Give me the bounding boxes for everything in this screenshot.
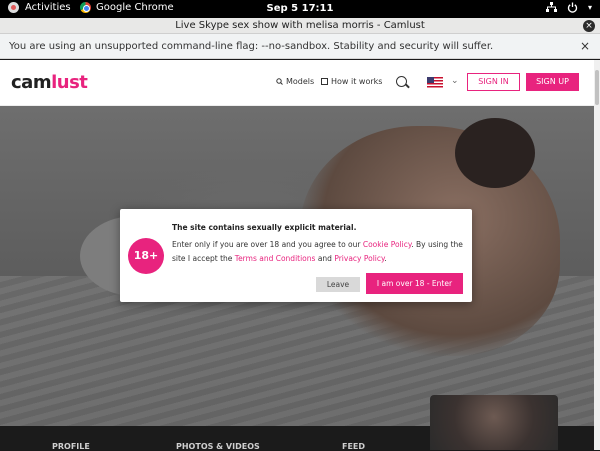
logo-text-lust: lust: [51, 72, 88, 93]
chevron-down-icon: ▾: [587, 3, 592, 12]
cookie-policy-link[interactable]: Cookie Policy: [363, 240, 411, 249]
sign-up-button[interactable]: SIGN UP: [526, 73, 579, 91]
age-18-badge: 18+: [128, 238, 164, 274]
scrollbar-thumb[interactable]: [595, 70, 599, 105]
nav-models-label: Models: [286, 77, 315, 86]
chrome-icon: [80, 2, 91, 13]
sign-in-button[interactable]: SIGN IN: [467, 73, 520, 91]
nav-models-link[interactable]: Models: [276, 77, 314, 86]
logo-text-cam: cam: [11, 72, 52, 93]
window-title-bar: Live Skype sex show with melisa morris -…: [0, 18, 600, 34]
window-close-button[interactable]: ×: [583, 20, 595, 32]
app-name: Google Chrome: [96, 2, 174, 13]
model-thumbnail[interactable]: [430, 395, 558, 450]
activities-label: Activities: [25, 2, 71, 13]
power-icon: [567, 2, 578, 13]
info-square-icon: [321, 78, 328, 85]
system-top-bar: Activities Google Chrome Sep 5 17:11 ▾: [0, 0, 600, 18]
activities-button[interactable]: Activities: [8, 2, 71, 13]
model-hair: [455, 118, 535, 188]
enter-over-18-button[interactable]: I am over 18 - Enter: [366, 273, 463, 294]
us-flag-icon[interactable]: [427, 77, 443, 88]
age-verification-modal: 18+ The site contains sexually explicit …: [120, 209, 472, 302]
leave-button[interactable]: Leave: [316, 277, 360, 292]
search-icon[interactable]: [396, 76, 407, 87]
privacy-policy-link[interactable]: Privacy Policy: [334, 254, 384, 263]
app-menu[interactable]: Google Chrome: [80, 2, 174, 13]
site-header: camlust Models How it works ⌄ SIGN IN SI…: [0, 60, 594, 106]
system-tray[interactable]: ▾: [545, 2, 592, 13]
nav-how-it-works-link[interactable]: How it works: [321, 77, 382, 86]
infobar-message: You are using an unsupported command-lin…: [9, 41, 494, 52]
camlust-logo[interactable]: camlust: [11, 72, 88, 93]
modal-title: The site contains sexually explicit mate…: [172, 223, 357, 232]
language-chevron-icon[interactable]: ⌄: [451, 76, 459, 86]
modal-body: Enter only if you are over 18 and you ag…: [172, 238, 464, 266]
infobar-close-button[interactable]: ×: [580, 34, 590, 59]
window-title: Live Skype sex show with melisa morris -…: [175, 20, 425, 31]
modal-body-text-3: and: [315, 254, 335, 263]
search-small-icon: [276, 78, 283, 85]
activities-icon: [8, 2, 19, 13]
network-icon: [545, 2, 557, 12]
nav-how-label: How it works: [331, 77, 383, 86]
page-scrollbar[interactable]: [594, 60, 600, 450]
unsupported-flag-infobar: You are using an unsupported command-lin…: [0, 34, 600, 59]
modal-body-text-4: .: [384, 254, 387, 263]
terms-link[interactable]: Terms and Conditions: [235, 254, 316, 263]
modal-body-text-1: Enter only if you are over 18 and you ag…: [172, 240, 363, 249]
